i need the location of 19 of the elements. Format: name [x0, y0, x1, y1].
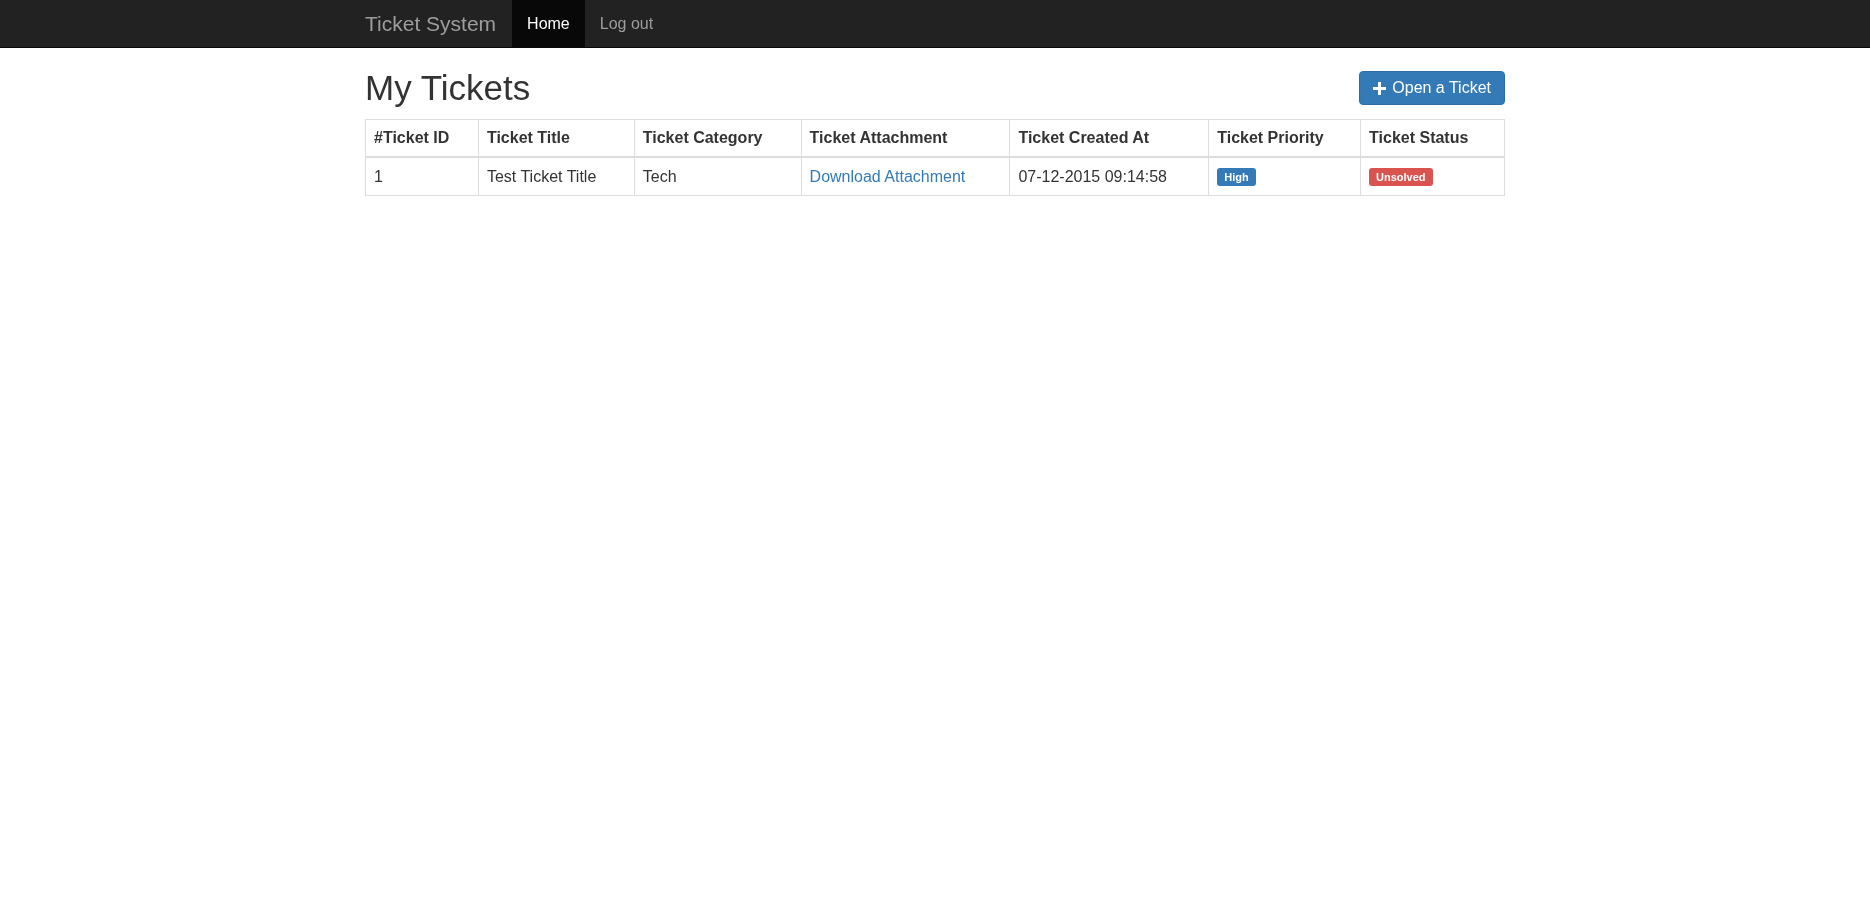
column-header: Ticket Title [478, 119, 635, 157]
table-cell: Tech [634, 157, 802, 196]
nav-link[interactable]: Home [512, 0, 585, 47]
status-label: Unsolved [1369, 168, 1433, 186]
column-header: Ticket Created At [1009, 119, 1209, 157]
brand-link[interactable]: Ticket System [365, 0, 513, 47]
nav-link[interactable]: Log out [584, 0, 669, 47]
column-header: Ticket Priority [1208, 119, 1361, 157]
status-label: High [1217, 168, 1256, 186]
open-ticket-button[interactable]: Open a Ticket [1359, 71, 1505, 105]
table-cell: 07-12-2015 09:14:58 [1009, 157, 1209, 196]
column-header: Ticket Category [634, 119, 802, 157]
table-cell: Test Ticket Title [478, 157, 635, 196]
column-header: #Ticket ID [365, 119, 479, 157]
column-header: Ticket Status [1360, 119, 1505, 157]
plus-icon [1373, 81, 1387, 95]
table-cell: 1 [365, 157, 479, 196]
column-header: Ticket Attachment [801, 119, 1010, 157]
page-title: My Tickets [365, 68, 531, 108]
